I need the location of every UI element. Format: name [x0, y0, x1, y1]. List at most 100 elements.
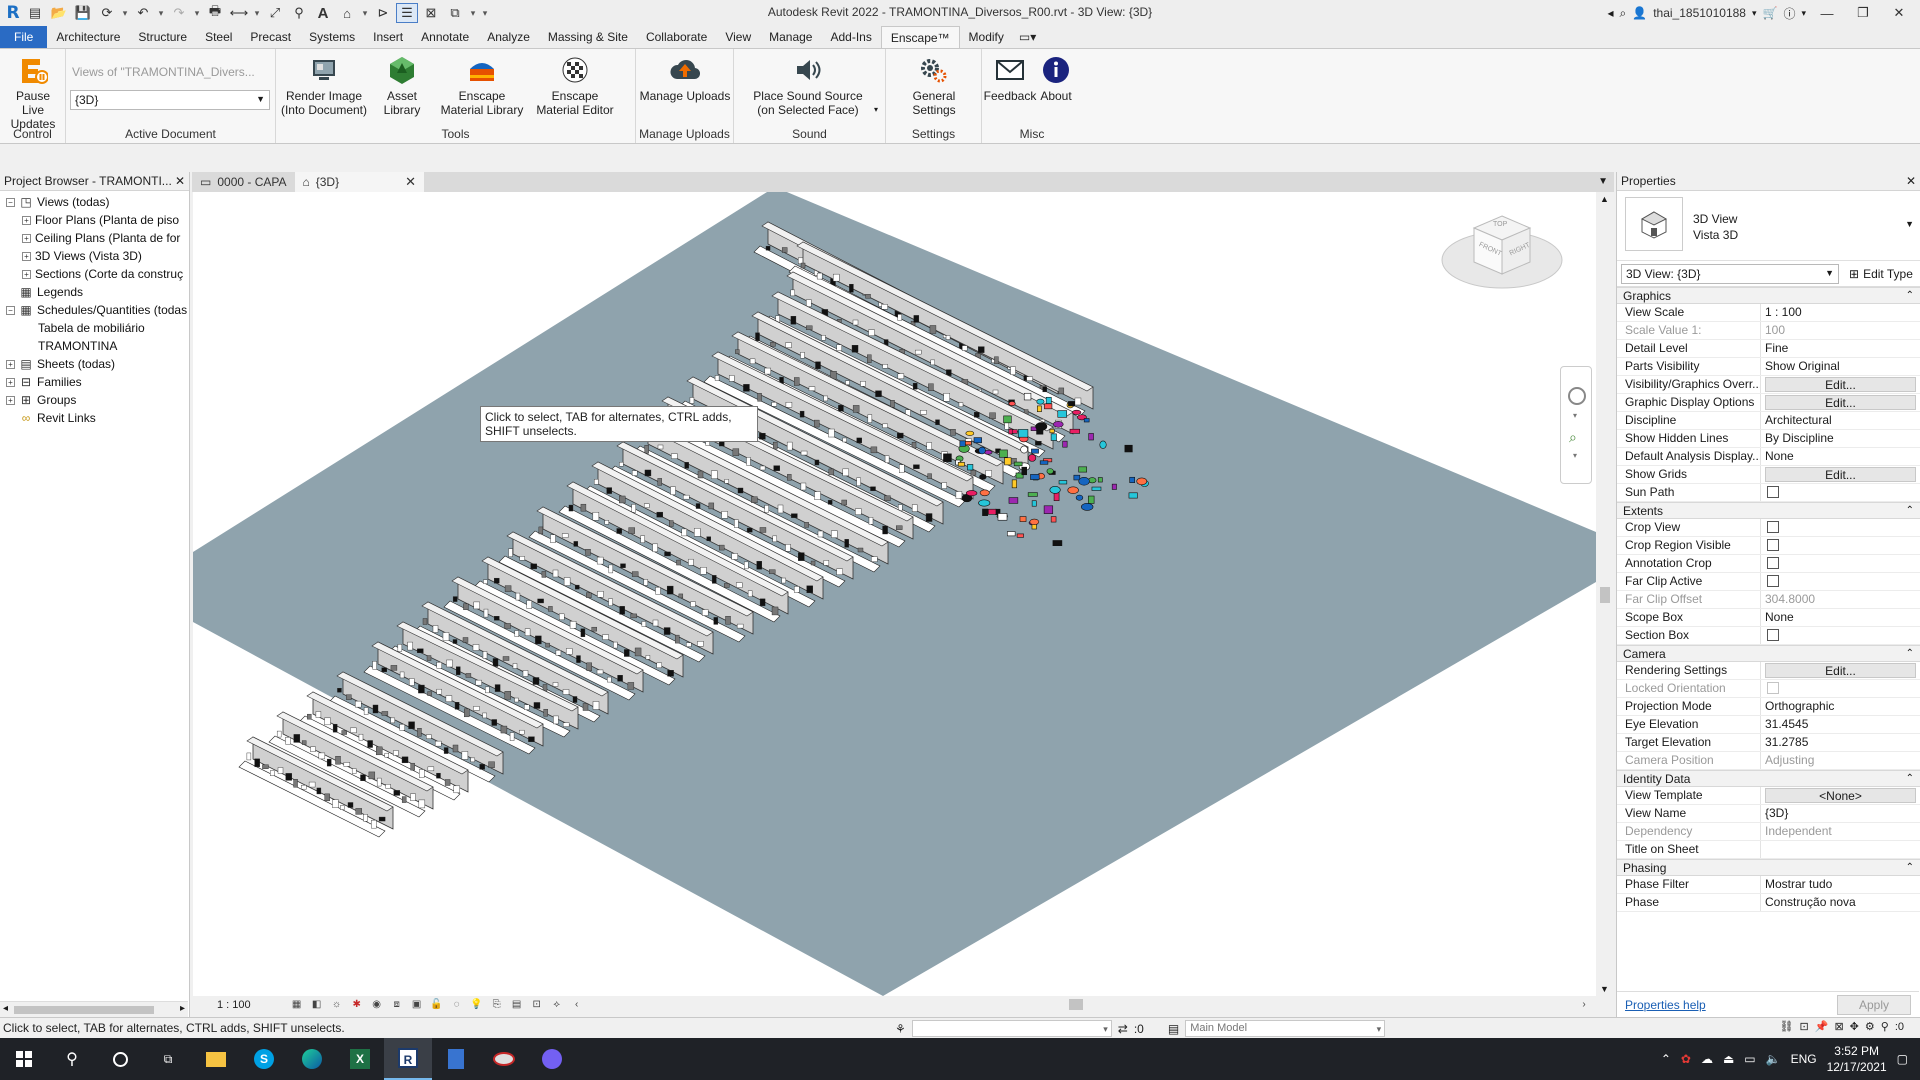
furniture-item[interactable]: [1073, 474, 1081, 481]
product-item[interactable]: [868, 517, 874, 525]
active-view-select[interactable]: {3D} ▼: [70, 90, 270, 110]
product-item[interactable]: [371, 819, 377, 829]
product-item[interactable]: [627, 682, 635, 690]
scroll-thumb[interactable]: [14, 1006, 154, 1014]
product-item[interactable]: [372, 704, 379, 714]
product-item[interactable]: [756, 561, 762, 570]
product-item[interactable]: [502, 656, 510, 661]
furniture-item[interactable]: [943, 453, 952, 462]
furniture-item[interactable]: [1029, 518, 1040, 525]
product-item[interactable]: [814, 459, 820, 466]
select-links-icon[interactable]: ⛓: [1780, 1020, 1794, 1033]
product-item[interactable]: [548, 606, 553, 612]
customize-qat-icon[interactable]: ▾: [480, 3, 490, 23]
task-view-icon[interactable]: ⧉: [144, 1038, 192, 1080]
product-item[interactable]: [823, 560, 830, 566]
product-item[interactable]: [427, 766, 435, 772]
expand-icon[interactable]: +: [6, 395, 15, 405]
product-item[interactable]: [355, 700, 362, 708]
product-item[interactable]: [508, 548, 513, 557]
product-item[interactable]: [769, 569, 776, 574]
product-item[interactable]: [800, 482, 807, 491]
product-item[interactable]: [800, 450, 808, 456]
ribbon-tab-view[interactable]: View: [716, 26, 760, 48]
product-item[interactable]: [346, 694, 352, 700]
product-item[interactable]: [381, 667, 387, 673]
product-item[interactable]: [550, 534, 556, 543]
product-item[interactable]: [509, 732, 515, 741]
product-item[interactable]: [580, 628, 586, 637]
product-item[interactable]: [473, 601, 480, 610]
canvas-hscroll-thumb[interactable]: [1069, 999, 1083, 1010]
product-item[interactable]: [616, 528, 622, 534]
property-value[interactable]: [1761, 841, 1920, 858]
product-item[interactable]: [494, 684, 501, 692]
temporary-view-properties-icon[interactable]: ▤: [510, 999, 524, 1011]
property-value[interactable]: By Discipline: [1761, 430, 1920, 447]
product-item[interactable]: [1010, 366, 1016, 375]
product-item[interactable]: [810, 560, 816, 566]
furniture-item[interactable]: [1091, 486, 1102, 491]
product-item[interactable]: [697, 641, 704, 647]
product-item[interactable]: [759, 527, 767, 533]
property-value[interactable]: {3D}: [1761, 805, 1920, 822]
furniture-item[interactable]: [1097, 477, 1103, 483]
furniture-item[interactable]: [957, 462, 965, 467]
product-item[interactable]: [833, 273, 840, 282]
cart-icon[interactable]: 🛒: [1763, 6, 1778, 20]
product-item[interactable]: [568, 504, 574, 512]
product-item[interactable]: [301, 740, 307, 745]
product-item[interactable]: [285, 773, 292, 781]
product-item[interactable]: [602, 634, 609, 640]
product-item[interactable]: [463, 603, 469, 610]
product-item[interactable]: [390, 665, 398, 671]
product-item[interactable]: [790, 316, 797, 325]
product-item[interactable]: [592, 701, 600, 710]
product-item[interactable]: [442, 632, 450, 641]
open-icon[interactable]: 📂: [48, 3, 70, 23]
product-item[interactable]: [455, 666, 461, 675]
furniture-item[interactable]: [1080, 502, 1094, 511]
product-item[interactable]: [828, 468, 835, 476]
product-item[interactable]: [640, 535, 645, 543]
product-item[interactable]: [332, 723, 338, 733]
ribbon-tab-manage[interactable]: Manage: [760, 26, 821, 48]
product-item[interactable]: [316, 787, 322, 795]
lock-3d-view-icon[interactable]: 🔓: [430, 999, 444, 1011]
product-item[interactable]: [572, 696, 578, 703]
product-item[interactable]: [725, 616, 731, 625]
product-item[interactable]: [417, 648, 424, 654]
product-item[interactable]: [367, 740, 373, 748]
3d-scene[interactable]: [193, 192, 1596, 996]
product-item[interactable]: [838, 404, 844, 412]
product-item[interactable]: [652, 543, 658, 553]
product-item[interactable]: [974, 412, 980, 418]
product-item[interactable]: [676, 559, 681, 566]
enscape-material-library-button[interactable]: Enscape Material Library: [436, 53, 528, 117]
expand-icon[interactable]: +: [22, 215, 31, 225]
product-item[interactable]: [856, 437, 862, 444]
product-item[interactable]: [842, 468, 849, 477]
collapse-group-icon[interactable]: ⌃: [1906, 505, 1914, 516]
print-icon[interactable]: 🖶: [204, 3, 226, 23]
product-item[interactable]: [526, 600, 532, 609]
product-item[interactable]: [443, 747, 449, 754]
expand-icon[interactable]: +: [22, 269, 31, 279]
browser-item[interactable]: + ▤ Sheets (todas): [0, 355, 189, 373]
browser-item[interactable]: ∞ Revit Links: [0, 409, 189, 427]
furniture-item[interactable]: [1053, 492, 1060, 502]
product-item[interactable]: [293, 779, 298, 788]
chevron-down-icon[interactable]: ▼: [1905, 219, 1914, 229]
property-value[interactable]: Architectural: [1761, 412, 1920, 429]
product-item[interactable]: [277, 767, 284, 774]
scroll-right-icon[interactable]: ▸: [180, 1003, 185, 1014]
product-item[interactable]: [935, 419, 940, 425]
product-item[interactable]: [851, 345, 859, 353]
product-item[interactable]: [667, 670, 674, 677]
product-item[interactable]: [432, 625, 439, 633]
furniture-item[interactable]: [997, 513, 1008, 521]
product-item[interactable]: [678, 593, 684, 599]
product-item[interactable]: [569, 621, 577, 629]
product-item[interactable]: [655, 587, 661, 595]
product-item[interactable]: [855, 508, 862, 515]
